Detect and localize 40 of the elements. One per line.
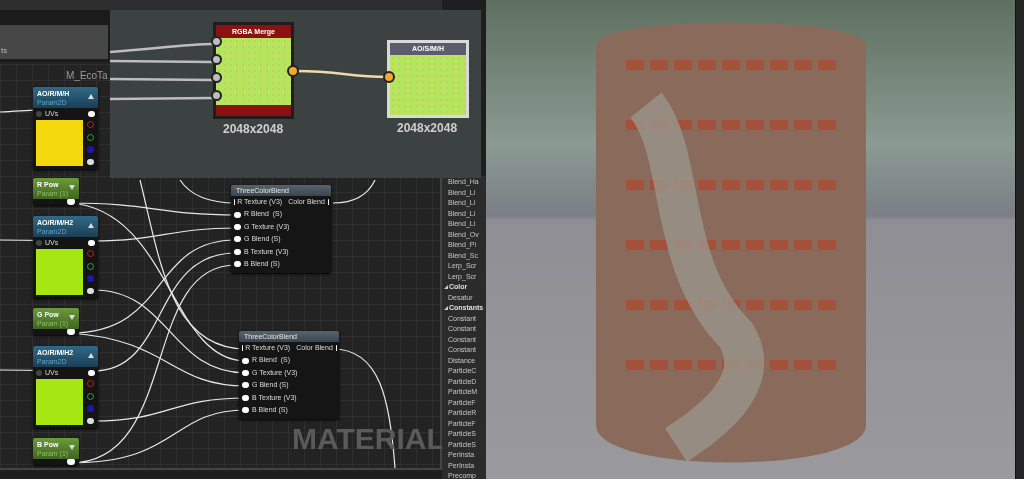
input-pin-icon[interactable] [234, 211, 241, 218]
tab[interactable]: ts [0, 25, 108, 59]
dropdown-caret-icon[interactable] [69, 185, 75, 190]
input-pin-icon[interactable] [242, 369, 249, 376]
input-pin-icon[interactable] [234, 236, 241, 243]
output-pin-icon[interactable] [88, 240, 95, 246]
resolution-label: 2048x2048 [397, 120, 458, 137]
input-pin-icon[interactable] [211, 54, 222, 65]
input-pin-icon[interactable] [36, 240, 42, 246]
output-pin-icon[interactable] [67, 328, 75, 335]
input-pin-icon[interactable] [211, 90, 222, 101]
input-pin-icon[interactable] [211, 72, 222, 83]
input-pin-icon[interactable] [242, 407, 249, 414]
input-pin-icon[interactable] [211, 36, 222, 47]
output-pin-icon[interactable] [67, 458, 75, 465]
material-name: M_EcoTa [66, 69, 108, 83]
input-pin-icon[interactable] [242, 357, 249, 364]
input-pin-icon[interactable] [383, 71, 395, 83]
resolution-label: 2048x2048 [223, 121, 284, 138]
input-pin-icon[interactable] [234, 223, 241, 230]
input-pin-icon[interactable] [234, 248, 241, 255]
input-pin-icon[interactable] [234, 261, 241, 268]
output-pin-icon[interactable] [88, 111, 95, 117]
output-pin-icon[interactable] [67, 198, 75, 205]
expand-arrow-icon[interactable] [444, 285, 448, 290]
collapse-arrow-icon[interactable] [88, 353, 94, 358]
input-pin-icon[interactable] [36, 370, 42, 376]
output-pin-icon[interactable] [86, 287, 94, 294]
expand-arrow-icon[interactable] [444, 306, 448, 311]
collapse-arrow-icon[interactable] [88, 223, 94, 228]
output-pin-icon[interactable] [88, 370, 95, 376]
dropdown-caret-icon[interactable] [69, 315, 75, 320]
dropdown-caret-icon[interactable] [69, 445, 75, 450]
input-pin-icon[interactable] [242, 382, 249, 389]
output-pin-icon[interactable] [86, 417, 94, 424]
input-pin-icon[interactable] [242, 394, 249, 401]
collapse-arrow-icon[interactable] [88, 94, 94, 99]
output-pin-icon[interactable] [86, 158, 94, 165]
wire [332, 179, 376, 204]
input-pin-icon[interactable] [36, 111, 42, 117]
